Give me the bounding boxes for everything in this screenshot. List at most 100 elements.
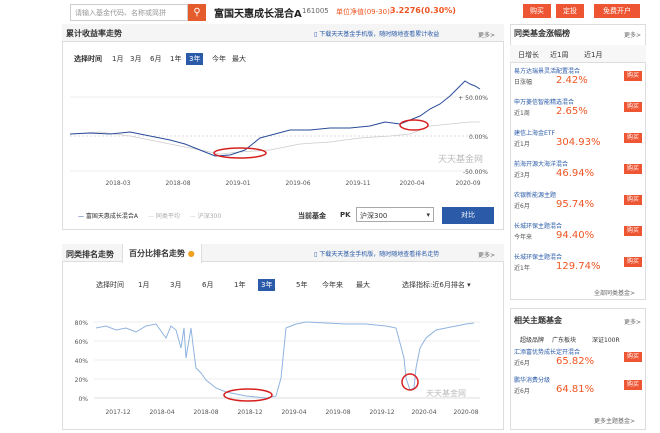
fixed-invest-button[interactable]: 定投 xyxy=(556,4,584,18)
download-notice[interactable]: ▯ 下载天天基金手机版，随时随地查看排名走势 xyxy=(314,249,439,258)
list-item[interactable]: 申万菱信智能精选混合 近1周 2.65% 购买 xyxy=(514,96,642,127)
period-label: 近1年 xyxy=(514,265,530,272)
fund-link[interactable]: 鹏华消费分级 xyxy=(514,375,550,384)
range-5y[interactable]: 5年 xyxy=(296,280,307,290)
compare-button[interactable]: 对比 xyxy=(442,207,494,224)
range-1y[interactable]: 1年 xyxy=(170,54,181,64)
y-tick: 80% xyxy=(75,320,89,327)
chevron-down-icon: ▾ xyxy=(467,281,471,289)
legend-avg[interactable]: 同类平均 xyxy=(156,213,180,220)
fund-link[interactable]: 申万菱信智能精选混合 xyxy=(514,97,574,106)
x-tick: 2019-12 xyxy=(369,409,394,416)
period-label: 近1周 xyxy=(514,110,530,117)
list-item[interactable]: 易方达瑞景灵活配置混合 日涨幅 2.42% 购买 xyxy=(514,65,642,96)
range-1m[interactable]: 1月 xyxy=(138,280,149,290)
return-value: 65.82% xyxy=(556,356,595,367)
range-ytd[interactable]: 今年来 xyxy=(322,280,343,290)
highlight-circle xyxy=(399,119,429,131)
nav-label: 单位净值(09-30): xyxy=(336,8,393,16)
indicator-select[interactable]: 选择指标:近6月排名 ▾ xyxy=(402,280,471,290)
range-ytd[interactable]: 今年 xyxy=(212,54,226,64)
period-label: 近6月 xyxy=(514,203,530,210)
tab-month[interactable]: 近1月 xyxy=(584,50,602,60)
notice-text: 下载天天基金手机版，随时随地查看累计收益 xyxy=(319,31,440,38)
fund-link[interactable]: 农银新能源主题 xyxy=(514,190,556,199)
buy-button[interactable]: 购买 xyxy=(523,4,551,18)
x-tick: 2020-08 xyxy=(453,409,478,416)
x-tick: 2018-12 xyxy=(237,409,262,416)
legend-fund[interactable]: 富国天惠成长混合A xyxy=(86,213,138,220)
buy-button[interactable]: 购买 xyxy=(624,226,642,236)
tab-percent-rank[interactable]: 百分比排名走势 ● xyxy=(122,244,202,263)
range-3y[interactable]: 3年 xyxy=(258,279,276,291)
y-tick: 20% xyxy=(75,377,89,384)
list-item[interactable]: 长城环保主题混合 今年来 94.40% 购买 xyxy=(514,220,642,251)
fund-link[interactable]: 建信上海金ETF xyxy=(514,128,555,137)
buy-button[interactable]: 购买 xyxy=(624,102,642,112)
x-tick: 2018-03 xyxy=(105,180,130,187)
y-tick: 40% xyxy=(75,358,89,365)
range-3m[interactable]: 3月 xyxy=(170,280,181,290)
buy-button[interactable]: 购买 xyxy=(624,164,642,174)
more-link[interactable]: 更多> xyxy=(478,30,495,39)
tab-daily[interactable]: 日增长 xyxy=(518,50,539,60)
notice-text: 下载天天基金手机版，随时随地查看排名走势 xyxy=(319,251,440,258)
range-3m[interactable]: 3月 xyxy=(130,54,141,64)
list-item[interactable]: 前海开源大海洋混合 近3月 46.94% 购买 xyxy=(514,158,642,189)
tab-guangdong[interactable]: 广东板块 xyxy=(552,335,576,344)
list-item[interactable]: 建信上海金ETF 近1月 304.93% 购买 xyxy=(514,127,642,158)
more-theme-funds-link[interactable]: 更多主题基金> xyxy=(594,416,635,425)
more-link[interactable]: 更多> xyxy=(478,250,495,259)
more-link[interactable]: 更多> xyxy=(624,317,641,326)
range-6m[interactable]: 6月 xyxy=(150,54,161,64)
fund-link[interactable]: 长城环保主题混合 xyxy=(514,221,562,230)
x-tick: 2018-08 xyxy=(165,180,190,187)
buy-button[interactable]: 购买 xyxy=(624,71,642,81)
return-value: 2.65% xyxy=(556,106,588,117)
range-6m[interactable]: 6月 xyxy=(202,280,213,290)
download-notice[interactable]: ▯ 下载天天基金手机版，随时随地查看累计收益 xyxy=(314,29,439,38)
search-input[interactable]: 请输入基金代码、名称或简拼 xyxy=(70,4,188,21)
list-item[interactable]: 农银新能源主题 近6月 95.74% 购买 xyxy=(514,189,642,220)
tab-szse100[interactable]: 深证100R xyxy=(592,335,620,344)
y-tick: 0% xyxy=(78,396,88,403)
list-item[interactable]: 鹏华消费分级 近6月 64.81% 购买 xyxy=(514,374,642,402)
buy-button[interactable]: 购买 xyxy=(624,195,642,205)
range-max[interactable]: 最大 xyxy=(356,280,370,290)
nav-value: 3.2276(0.30%) xyxy=(390,6,456,15)
tab-week[interactable]: 近1周 xyxy=(550,50,568,60)
fund-link[interactable]: 易方达瑞景灵活配置混合 xyxy=(514,66,580,75)
list-item[interactable]: 汇添富优势成长定开混合 近6月 65.82% 购买 xyxy=(514,346,642,374)
rank-chart: 80% 60% 40% 20% 0% 天天基金网 2017-12 2018-04… xyxy=(75,320,480,416)
return-value: 129.74% xyxy=(556,261,601,272)
buy-button[interactable]: 购买 xyxy=(624,352,642,362)
watermark: 天天基金网 xyxy=(426,388,466,398)
watermark: 天天基金网 xyxy=(438,153,483,165)
buy-button[interactable]: 购买 xyxy=(624,257,642,267)
fund-link[interactable]: 前海开源大海洋混合 xyxy=(514,159,568,168)
buy-button[interactable]: 购买 xyxy=(624,133,642,143)
legend-hs300[interactable]: 沪深300 xyxy=(198,213,221,220)
indicator-label: 选择指标: xyxy=(402,281,433,289)
fund-name: 富国天惠成长混合A xyxy=(214,9,302,20)
range-max[interactable]: 最大 xyxy=(232,54,246,64)
pk-select[interactable]: 沪深300 ▾ xyxy=(356,207,434,222)
x-tick: 2018-04 xyxy=(149,409,174,416)
list-item[interactable]: 长城环保主题混合 近1年 129.74% 购买 xyxy=(514,251,642,282)
tab-super-brand[interactable]: 超级品牌 xyxy=(520,335,544,344)
tab-percent-rank-label: 百分比排名走势 xyxy=(129,249,185,258)
tab-cumulative-return[interactable]: 累计收益率走势 xyxy=(66,28,122,39)
hs300-line xyxy=(70,121,480,155)
fund-link[interactable]: 汇添富优势成长定开混合 xyxy=(514,347,580,356)
fund-link[interactable]: 长城环保主题混合 xyxy=(514,252,562,261)
buy-button[interactable]: 购买 xyxy=(624,380,642,390)
all-peer-funds-link[interactable]: 全部同类基金> xyxy=(594,288,635,297)
search-button[interactable]: ⚲ xyxy=(188,4,206,21)
range-1y[interactable]: 1年 xyxy=(234,280,245,290)
open-account-button[interactable]: 免费开户 xyxy=(594,4,640,18)
period-label: 近3月 xyxy=(514,172,530,179)
range-1m[interactable]: 1月 xyxy=(112,54,123,64)
tab-peer-rank[interactable]: 同类排名走势 xyxy=(66,249,114,260)
more-link[interactable]: 更多> xyxy=(624,30,641,39)
period-label: 日涨幅 xyxy=(514,79,533,86)
